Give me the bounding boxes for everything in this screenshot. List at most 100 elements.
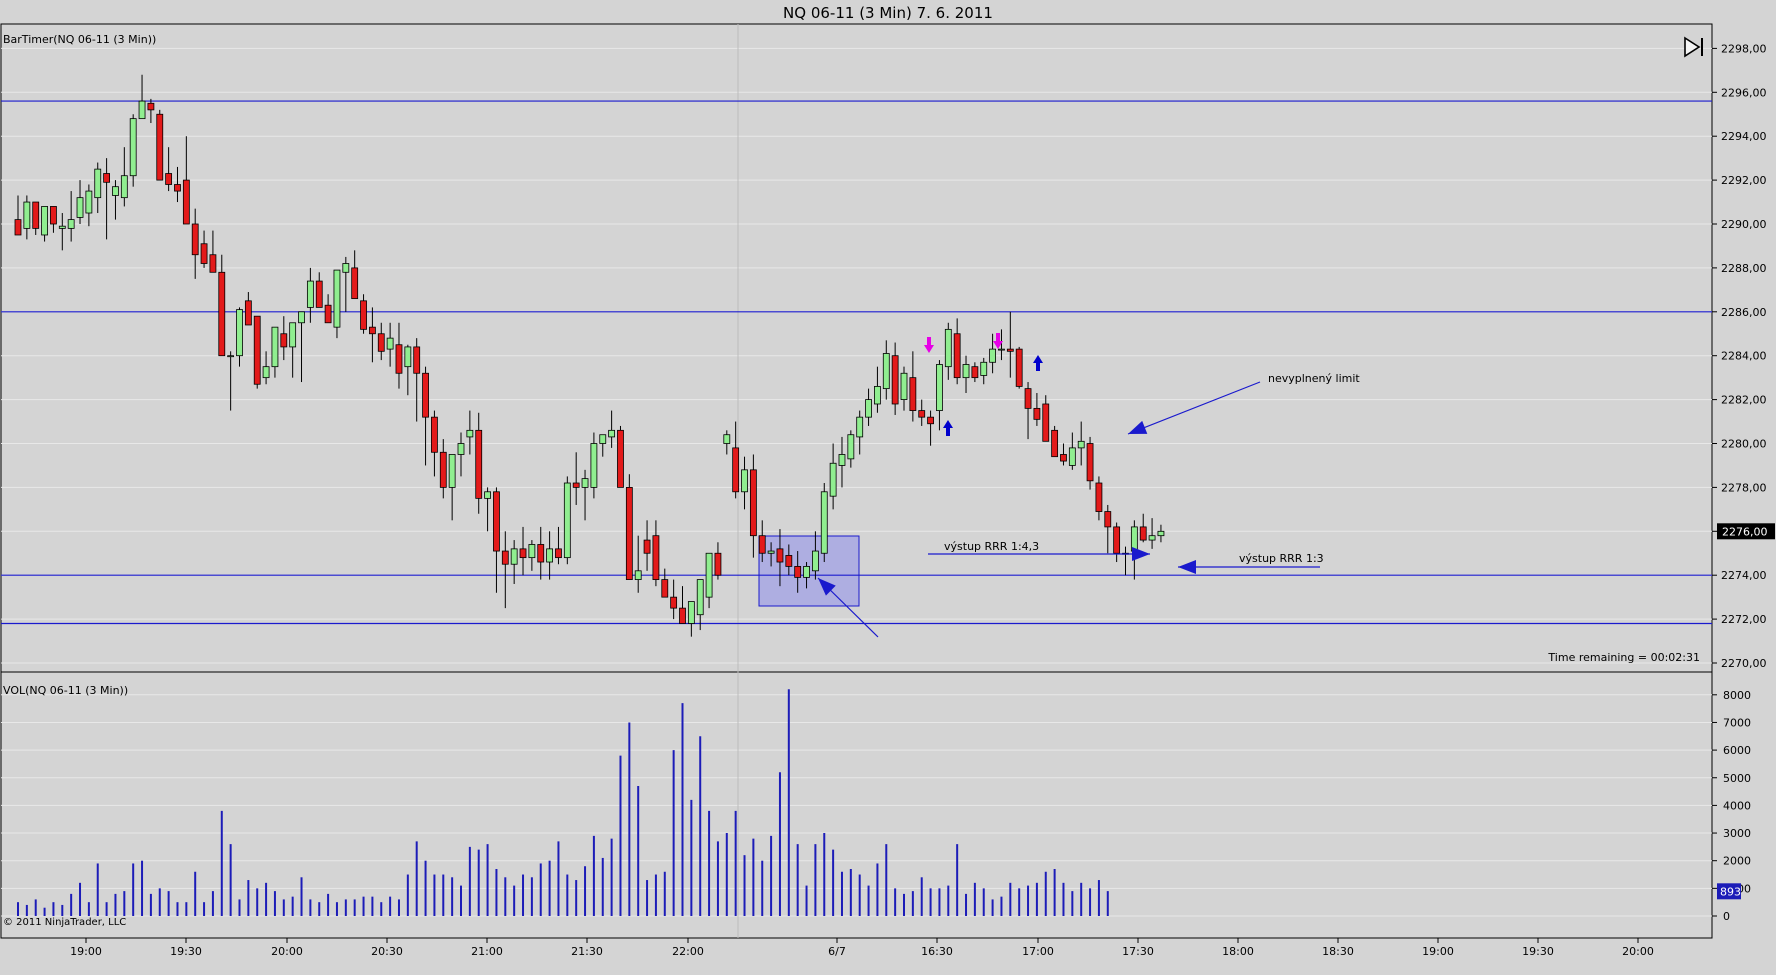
time-tick-label: 20:00 bbox=[271, 945, 303, 958]
candle-body bbox=[599, 434, 607, 444]
time-tick-label: 21:00 bbox=[471, 945, 503, 958]
candle-body bbox=[838, 454, 846, 466]
candle-body bbox=[271, 326, 279, 368]
candle-body bbox=[643, 539, 651, 554]
candle-body bbox=[723, 434, 731, 444]
candle-body bbox=[14, 219, 22, 236]
candle-body bbox=[891, 355, 899, 405]
price-tick-label: 2282,00 bbox=[1721, 394, 1767, 407]
candle-body bbox=[1086, 443, 1094, 482]
candle-body bbox=[422, 372, 429, 418]
candle-body bbox=[989, 348, 996, 363]
candle-body bbox=[404, 346, 412, 368]
candle-body bbox=[980, 361, 988, 376]
candle-body bbox=[758, 535, 766, 554]
candle-body bbox=[572, 482, 580, 488]
candle-body bbox=[537, 544, 545, 563]
candle-body bbox=[953, 333, 961, 379]
chart-canvas[interactable]: 2270,00 2272,00 2274,00 2276,00 2278,00 2280,… bbox=[0, 0, 1776, 975]
candle-body bbox=[998, 348, 1005, 351]
candle-body bbox=[820, 491, 828, 554]
candle-body bbox=[1104, 511, 1112, 528]
candle-body bbox=[386, 337, 394, 350]
candle-body bbox=[687, 601, 695, 624]
volume-tick-label: 8000 bbox=[1723, 689, 1751, 702]
candle-body bbox=[634, 570, 642, 580]
price-tick-label: 2294,00 bbox=[1721, 130, 1767, 143]
skip-to-end-button[interactable] bbox=[1682, 35, 1706, 59]
price-tick-label: 2288,00 bbox=[1721, 262, 1767, 275]
candle-body bbox=[103, 173, 110, 183]
candle-body bbox=[625, 486, 633, 580]
time-tick-label: 22:00 bbox=[672, 945, 704, 958]
volume-tick-label: 5000 bbox=[1723, 772, 1751, 785]
candle-body bbox=[563, 482, 571, 559]
candle-body bbox=[847, 434, 855, 460]
candle-body bbox=[829, 462, 837, 497]
price-tick-label: 2278,00 bbox=[1721, 481, 1767, 494]
time-tick-label: 20:30 bbox=[371, 945, 403, 958]
candle-body bbox=[1060, 454, 1067, 462]
candle-body bbox=[218, 271, 226, 357]
candle-body bbox=[351, 267, 359, 300]
time-tick-label: 17:30 bbox=[1122, 945, 1154, 958]
time-tick-label: 19:00 bbox=[1422, 945, 1454, 958]
candle-body bbox=[705, 552, 713, 598]
candle-body bbox=[120, 175, 128, 199]
time-tick-label: 18:30 bbox=[1322, 945, 1354, 958]
time-tick-label: 21:30 bbox=[571, 945, 603, 958]
candle-body bbox=[448, 454, 456, 488]
candle-body bbox=[191, 223, 199, 256]
time-remaining-text: Time remaining = 00:02:31 bbox=[1548, 651, 1700, 664]
copyright-text: © 2011 NinjaTrader, LLC bbox=[3, 917, 127, 928]
candle-body bbox=[1095, 482, 1103, 512]
candle-body bbox=[129, 118, 137, 177]
candle-body bbox=[94, 168, 102, 199]
candle-body bbox=[776, 548, 784, 563]
time-tick-label: 19:00 bbox=[70, 945, 102, 958]
candle-body bbox=[413, 346, 421, 374]
current-volume-label: 893 bbox=[1720, 885, 1741, 898]
candle-body bbox=[32, 201, 40, 229]
candle-body bbox=[76, 197, 84, 218]
price-tick-label: 2284,00 bbox=[1721, 350, 1767, 363]
candle-body bbox=[174, 184, 181, 192]
candle-body bbox=[360, 300, 367, 330]
candle-body bbox=[732, 447, 740, 493]
candle-body bbox=[1015, 348, 1023, 387]
candle-body bbox=[253, 315, 261, 385]
candle-body bbox=[528, 544, 536, 559]
candle-body bbox=[23, 201, 31, 229]
price-pane-label: BarTimer(NQ 06-11 (3 Min)) bbox=[3, 33, 157, 46]
candle-body bbox=[165, 173, 173, 185]
signal-up-arrow-icon bbox=[946, 428, 950, 436]
time-tick-label: 18:00 bbox=[1222, 945, 1254, 958]
time-tick-label: 17:00 bbox=[1022, 945, 1054, 958]
candle-body bbox=[58, 225, 66, 229]
candle-body bbox=[475, 429, 483, 499]
candle-body bbox=[493, 491, 500, 552]
time-tick-label: 6/7 bbox=[828, 945, 846, 958]
candle-body bbox=[484, 491, 491, 499]
candle-body bbox=[457, 443, 465, 455]
volume-tick-label: 6000 bbox=[1723, 744, 1751, 757]
signal-down-arrow-icon bbox=[996, 333, 1000, 341]
candle-body bbox=[200, 243, 208, 264]
candle-body bbox=[377, 333, 385, 352]
candle-body bbox=[696, 579, 704, 616]
candle-body bbox=[156, 113, 164, 181]
candle-body bbox=[749, 469, 757, 537]
volume-tick-label: 7000 bbox=[1723, 716, 1751, 729]
time-tick-label: 19:30 bbox=[1522, 945, 1554, 958]
candle-body bbox=[112, 186, 119, 196]
candle-body bbox=[262, 366, 270, 379]
candle-body bbox=[803, 566, 810, 578]
signal-up-arrow-icon bbox=[1036, 363, 1040, 371]
price-tick-label: 2274,00 bbox=[1721, 569, 1767, 582]
candle-body bbox=[1024, 388, 1032, 409]
candle-body bbox=[865, 399, 872, 418]
candle-body bbox=[67, 219, 75, 229]
price-tick-label: 2270,00 bbox=[1721, 657, 1767, 670]
price-tick-label: 2292,00 bbox=[1721, 174, 1767, 187]
candle-body bbox=[1139, 526, 1147, 541]
